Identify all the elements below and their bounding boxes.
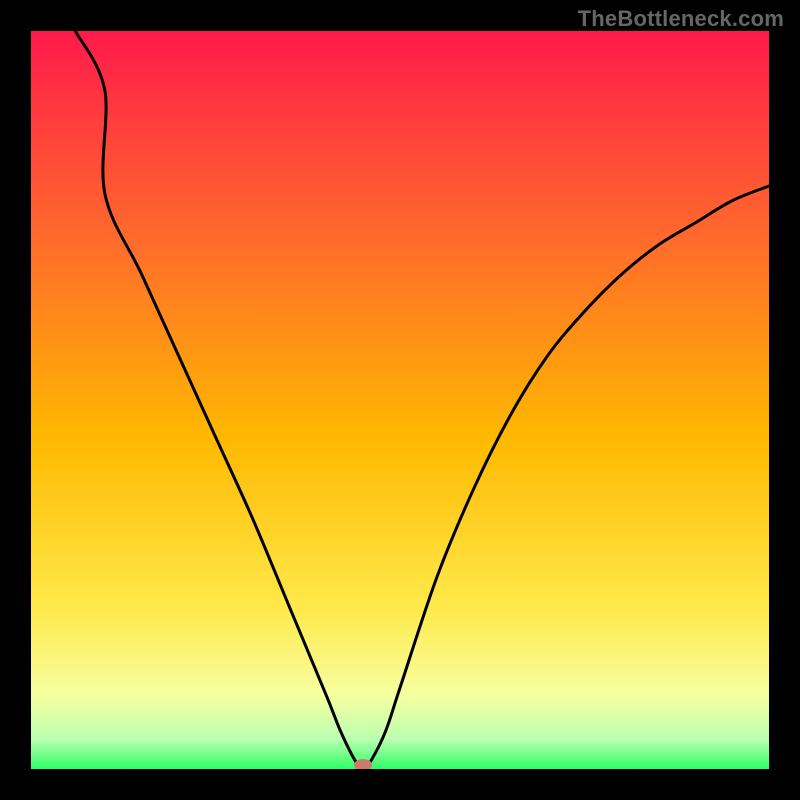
plot-background <box>31 31 769 769</box>
chart-frame: TheBottleneck.com <box>0 0 800 800</box>
chart-svg <box>31 31 769 769</box>
chart-plot-area <box>31 31 769 769</box>
watermark-text: TheBottleneck.com <box>578 6 784 32</box>
